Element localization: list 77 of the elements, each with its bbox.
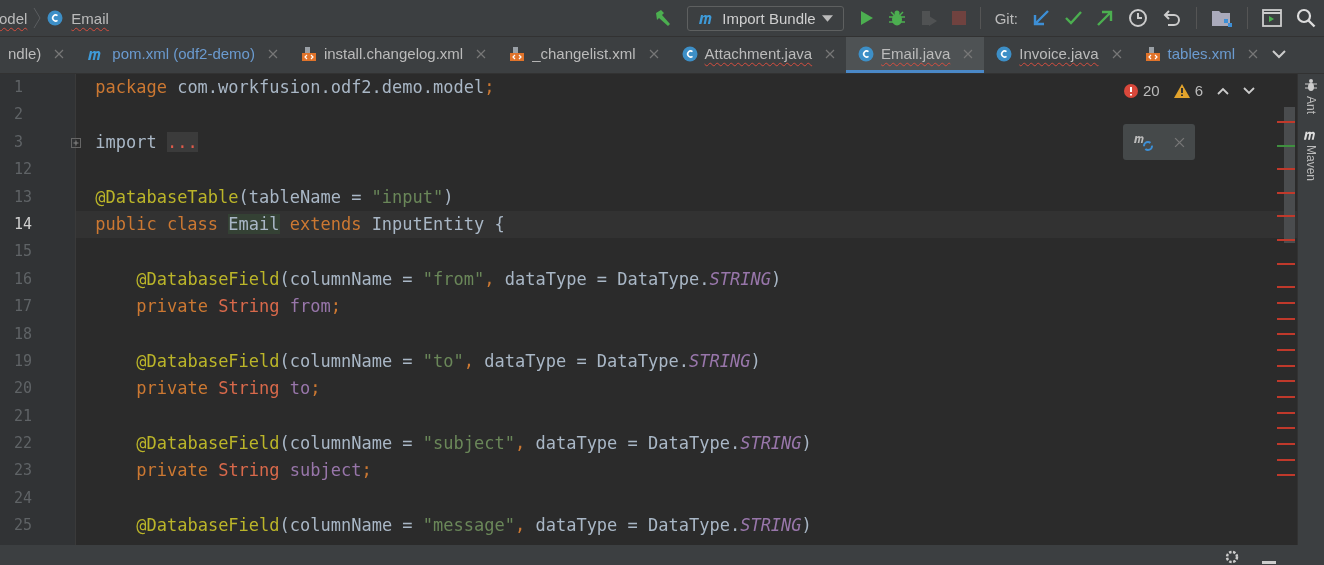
error-stripe-mark[interactable] (1277, 364, 1295, 367)
breadcrumb-item[interactable]: Email (47, 9, 109, 27)
tool-window-button[interactable]: Ant (1304, 78, 1318, 114)
editor-tab[interactable]: tables.xml (1132, 37, 1270, 73)
error-stripe-mark[interactable] (1277, 380, 1295, 383)
chevron-up-icon[interactable] (1217, 86, 1229, 95)
error-stripe-mark[interactable] (1277, 262, 1295, 265)
close-icon[interactable] (476, 48, 487, 59)
error-stripe-mark[interactable] (1277, 474, 1295, 477)
error-icon (1123, 83, 1138, 98)
error-stripe-mark[interactable] (1277, 168, 1295, 171)
error-stripe-mark[interactable] (1277, 395, 1295, 398)
code-line: @DatabaseField(columnName = "to", dataType = DataType.STRING) (136, 350, 761, 371)
bug-icon[interactable] (887, 9, 906, 27)
editor-tab[interactable]: ndle) (0, 37, 76, 73)
error-stripe-mark[interactable] (1277, 286, 1295, 289)
update-icon[interactable] (1032, 9, 1050, 27)
editor-tab[interactable]: _changelist.xml (497, 37, 670, 73)
caret-icon (821, 14, 833, 22)
code-line: @DatabaseTable(tableName = "input") (95, 186, 454, 207)
line-number: 14 (13, 213, 34, 235)
error-stripe-mark[interactable] (1277, 427, 1295, 430)
settings-icon[interactable] (1224, 549, 1240, 565)
check-icon[interactable] (1064, 9, 1082, 27)
close-icon[interactable] (1111, 48, 1122, 59)
code-line: import ... (95, 131, 198, 152)
chevron-down-icon[interactable] (1272, 50, 1286, 59)
chevron-icon (33, 6, 42, 30)
search-icon[interactable] (1296, 8, 1316, 28)
chevron-down-icon[interactable] (1243, 86, 1255, 95)
error-stripe-mark[interactable] (1277, 348, 1295, 351)
breadcrumb-item[interactable]: odel (0, 9, 28, 27)
close-icon[interactable] (963, 48, 974, 59)
error-stripe-mark[interactable] (1277, 238, 1295, 241)
push-icon[interactable] (1096, 9, 1114, 27)
terminal-icon[interactable] (1262, 9, 1282, 27)
close-icon[interactable] (1174, 136, 1185, 148)
error-stripe-mark[interactable] (1277, 443, 1295, 446)
tool-window-button[interactable]: Maven (1303, 128, 1319, 182)
error-stripe-mark[interactable] (1277, 317, 1295, 320)
close-icon[interactable] (267, 48, 278, 59)
code-line: public class Email extends InputEntity { (95, 213, 505, 234)
close-icon[interactable] (825, 48, 836, 59)
history-icon[interactable] (1128, 8, 1148, 28)
error-stripe-mark[interactable] (1277, 301, 1295, 304)
close-icon[interactable] (54, 48, 65, 59)
code-line: @DatabaseField(columnName = "message", dataType = DataType.STRING) (136, 515, 812, 536)
git-label: Git: (994, 9, 1018, 27)
run-config-dropdown[interactable]: Import Bundle (687, 5, 844, 31)
close-icon[interactable] (1248, 48, 1259, 59)
minimize-icon[interactable] (1262, 561, 1276, 565)
close-icon[interactable] (648, 48, 659, 59)
error-stripe-mark[interactable] (1277, 215, 1295, 218)
scrollbar-thumb[interactable] (1284, 107, 1295, 243)
error-stripe-mark[interactable] (1277, 458, 1295, 461)
undo-icon[interactable] (1162, 8, 1182, 28)
code-line: @DatabaseField(columnName = "from", dataType = DataType.STRING) (136, 268, 782, 289)
editor-tab[interactable]: Invoice.java (984, 37, 1133, 73)
folder-icon[interactable] (1211, 8, 1233, 28)
code-line: @DatabaseField(columnName = "subject", dataType = DataType.STRING) (136, 433, 812, 454)
error-stripe-mark[interactable] (1277, 144, 1295, 147)
code-line: private String to; (136, 378, 321, 399)
ant-icon (1304, 78, 1318, 92)
editor-tab[interactable]: pom.xml (odf2-demo) (75, 37, 289, 73)
editor-tab[interactable]: Email.java (846, 37, 985, 73)
error-stripe-mark[interactable] (1277, 191, 1295, 194)
error-stripe-mark[interactable] (1277, 411, 1295, 414)
code-line: private String from; (136, 296, 341, 317)
warning-count[interactable]: 6 (1173, 82, 1203, 99)
code-line: private String subject; (136, 460, 372, 481)
error-stripe-mark[interactable] (1277, 333, 1295, 336)
warning-icon (1173, 83, 1190, 98)
code-line: package com.workfusion.odf2.demo.model; (95, 77, 495, 97)
editor-tab[interactable]: install.changelog.xml (288, 37, 498, 73)
error-count[interactable]: 20 (1123, 82, 1160, 99)
fold-icon[interactable] (71, 137, 81, 148)
editor-tab[interactable]: Attachment.java (669, 37, 847, 73)
